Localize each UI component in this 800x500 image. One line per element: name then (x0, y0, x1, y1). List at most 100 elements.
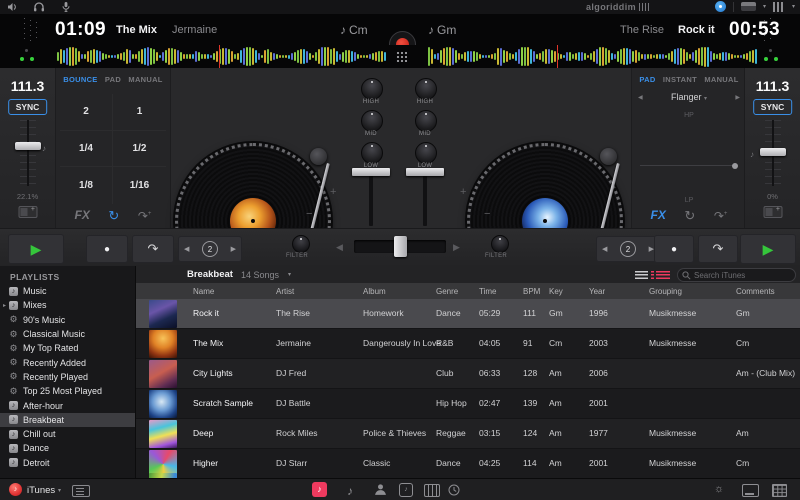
playlist-item-music[interactable]: ♪ Music (0, 284, 135, 298)
loop-pad-2[interactable]: 2 (60, 94, 113, 131)
view-layout-caret-icon[interactable]: ▾ (763, 3, 766, 10)
tab-instant[interactable]: INSTANT (663, 75, 697, 84)
playlist-item-mixes[interactable]: ▸ ♪ Mixes (0, 298, 135, 312)
mixer-columns-caret-icon[interactable]: ▾ (792, 3, 795, 10)
deck-right-cue-record-button[interactable]: ● (654, 235, 694, 263)
crossfader-thumb[interactable] (394, 236, 407, 257)
loop-icon[interactable]: ↻ (684, 209, 695, 222)
column-header-genre[interactable]: Genre (436, 287, 458, 296)
xy-pad-handle[interactable] (732, 162, 738, 169)
deck-right-sync-button[interactable]: SYNC (752, 99, 793, 115)
crossfader-left-icon[interactable]: ◀ (336, 242, 343, 253)
track-row-higher[interactable]: Higher DJ Starr Classic Dance 04:25 114 Am 2001… (136, 449, 800, 478)
deck-right-pitch-slider[interactable] (759, 120, 786, 186)
albums-view-icon[interactable]: ♪ (399, 483, 413, 497)
volume-icon[interactable] (8, 3, 18, 11)
playlist-item-chill-out[interactable]: ♪ Chill out (0, 427, 135, 441)
column-header-bpm[interactable]: BPM (523, 287, 540, 296)
deck-left-filter-knob[interactable] (292, 235, 310, 253)
crossfader-right-icon[interactable]: ▶ (453, 242, 460, 253)
genres-view-icon[interactable] (424, 484, 440, 497)
fx-name[interactable]: Flanger (671, 92, 702, 102)
queue-drawer-icon[interactable] (72, 485, 90, 497)
playlist-item-recently-added[interactable]: ⚙ Recently Added (0, 355, 135, 369)
column-header-time[interactable]: Time (479, 287, 496, 296)
column-header-key[interactable]: Key (549, 287, 563, 296)
eq-mid-knob[interactable] (361, 110, 383, 132)
headphones-icon[interactable] (34, 2, 44, 12)
loop-decrease-icon[interactable]: ◀ (184, 245, 189, 253)
mixer-columns-icon[interactable] (772, 1, 785, 12)
loop-pad-1-4[interactable]: 1/4 (60, 130, 113, 168)
deck-right-filter-knob[interactable] (491, 235, 509, 253)
artists-view-icon[interactable] (374, 483, 387, 496)
playlist-item-recently-played[interactable]: ⚙ Recently Played (0, 370, 135, 384)
zoom-out-icon[interactable]: − (484, 208, 490, 220)
deck-left-pitch-thumb[interactable] (14, 142, 41, 150)
deck-right-pitch-thumb[interactable] (759, 148, 786, 156)
artwork-list-view-icon[interactable] (651, 271, 670, 279)
volume-fader-right[interactable] (406, 168, 444, 176)
eq-high-knob[interactable] (415, 78, 437, 100)
grid-view-icon[interactable] (772, 484, 787, 497)
loop-pad-1-2[interactable]: 1/2 (113, 131, 166, 168)
column-header-artist[interactable]: Artist (276, 287, 294, 296)
playlist-item-classical-music[interactable]: ⚙ Classical Music (0, 327, 135, 341)
fx-prev-icon[interactable]: ◀ (638, 94, 643, 101)
song-count[interactable]: 14 Songs (241, 270, 279, 280)
loop-length-badge[interactable]: 2 (620, 241, 636, 257)
eq-high-knob[interactable] (361, 78, 383, 100)
column-header-comments[interactable]: Comments (736, 287, 775, 296)
track-row-the-mix[interactable]: The Mix Jermaine Dangerously In Love R&B 04:… (136, 329, 800, 359)
deck-left-bend-button[interactable]: ↷ (132, 235, 174, 263)
brightness-icon[interactable]: ☼ (714, 483, 724, 495)
tab-manual[interactable]: MANUAL (128, 75, 162, 84)
track-row-city-lights[interactable]: City Lights DJ Fred Club 06:33 128 Am 2006 Am -… (136, 359, 800, 389)
pitch-bend-icon[interactable]: ↷+ (138, 208, 152, 222)
column-header-year[interactable]: Year (589, 287, 605, 296)
playlist-item-dance[interactable]: ♪ Dance (0, 441, 135, 455)
eq-mid-knob[interactable] (415, 110, 437, 132)
itunes-caret-icon[interactable]: ▾ (58, 487, 61, 494)
zoom-out-icon[interactable]: − (306, 208, 312, 220)
loop-icon[interactable]: ↻ (108, 209, 119, 222)
deck-right-waveform[interactable] (428, 45, 758, 68)
playlist-item-detroit[interactable]: ♪ Detroit (0, 456, 135, 470)
deck-right-bend-button[interactable]: ↷ (698, 235, 738, 263)
playlist-item-breakbeat[interactable]: ♪ Breakbeat (0, 412, 135, 427)
zoom-in-icon[interactable]: + (460, 186, 466, 198)
fx-xy-pad[interactable]: HP LP (638, 110, 740, 206)
deck-left-play-button[interactable]: ▶ (8, 234, 64, 264)
column-header-album[interactable]: Album (363, 287, 386, 296)
fx-toggle[interactable]: FX (75, 208, 90, 222)
artwork-panel-icon[interactable] (742, 484, 759, 497)
tracks-view-icon[interactable]: ♪ (347, 484, 353, 498)
eq-low-knob[interactable] (415, 142, 437, 164)
loop-pad-1[interactable]: 1 (113, 94, 166, 131)
itunes-source-label[interactable]: iTunes (27, 485, 55, 496)
eq-low-knob[interactable] (361, 142, 383, 164)
volume-fader-left[interactable] (352, 168, 390, 176)
track-row-deep[interactable]: Deep Rock Miles Police & Thieves Reggae 03:1… (136, 419, 800, 449)
song-count-caret-icon[interactable]: ▾ (288, 271, 291, 278)
list-view-icon[interactable] (635, 271, 648, 279)
deck-left-keylock-toggle[interactable] (18, 206, 37, 218)
deck-right-play-button[interactable]: ▶ (740, 234, 796, 264)
column-header-grouping[interactable]: Grouping (649, 287, 682, 296)
playlist-item-after-hour[interactable]: ♪ After-hour (0, 398, 135, 412)
deck-left-pitch-slider[interactable] (14, 120, 41, 186)
tab-pad[interactable]: PAD (105, 75, 121, 84)
track-row-scratch-sample[interactable]: Scratch Sample DJ Battle Hip Hop 02:47 139 Am… (136, 389, 800, 419)
tab-pad[interactable]: PAD (639, 75, 655, 84)
fx-next-icon[interactable]: ▶ (735, 94, 740, 101)
fx-toggle[interactable]: FX (651, 208, 666, 222)
deck-left-waveform[interactable] (57, 45, 387, 68)
tab-bounce[interactable]: BOUNCE (63, 75, 97, 84)
itunes-source-icon[interactable]: ♪ (9, 483, 22, 496)
playlist-item-my-top-rated[interactable]: ⚙ My Top Rated (0, 341, 135, 355)
column-header-name[interactable]: Name (193, 287, 214, 296)
loop-decrease-icon[interactable]: ◀ (602, 245, 607, 253)
deck-left-sync-button[interactable]: SYNC (7, 99, 48, 115)
playlist-item-top-25-most-played[interactable]: ⚙ Top 25 Most Played (0, 384, 135, 398)
deck-left-cue-record-button[interactable]: ● (86, 235, 128, 263)
